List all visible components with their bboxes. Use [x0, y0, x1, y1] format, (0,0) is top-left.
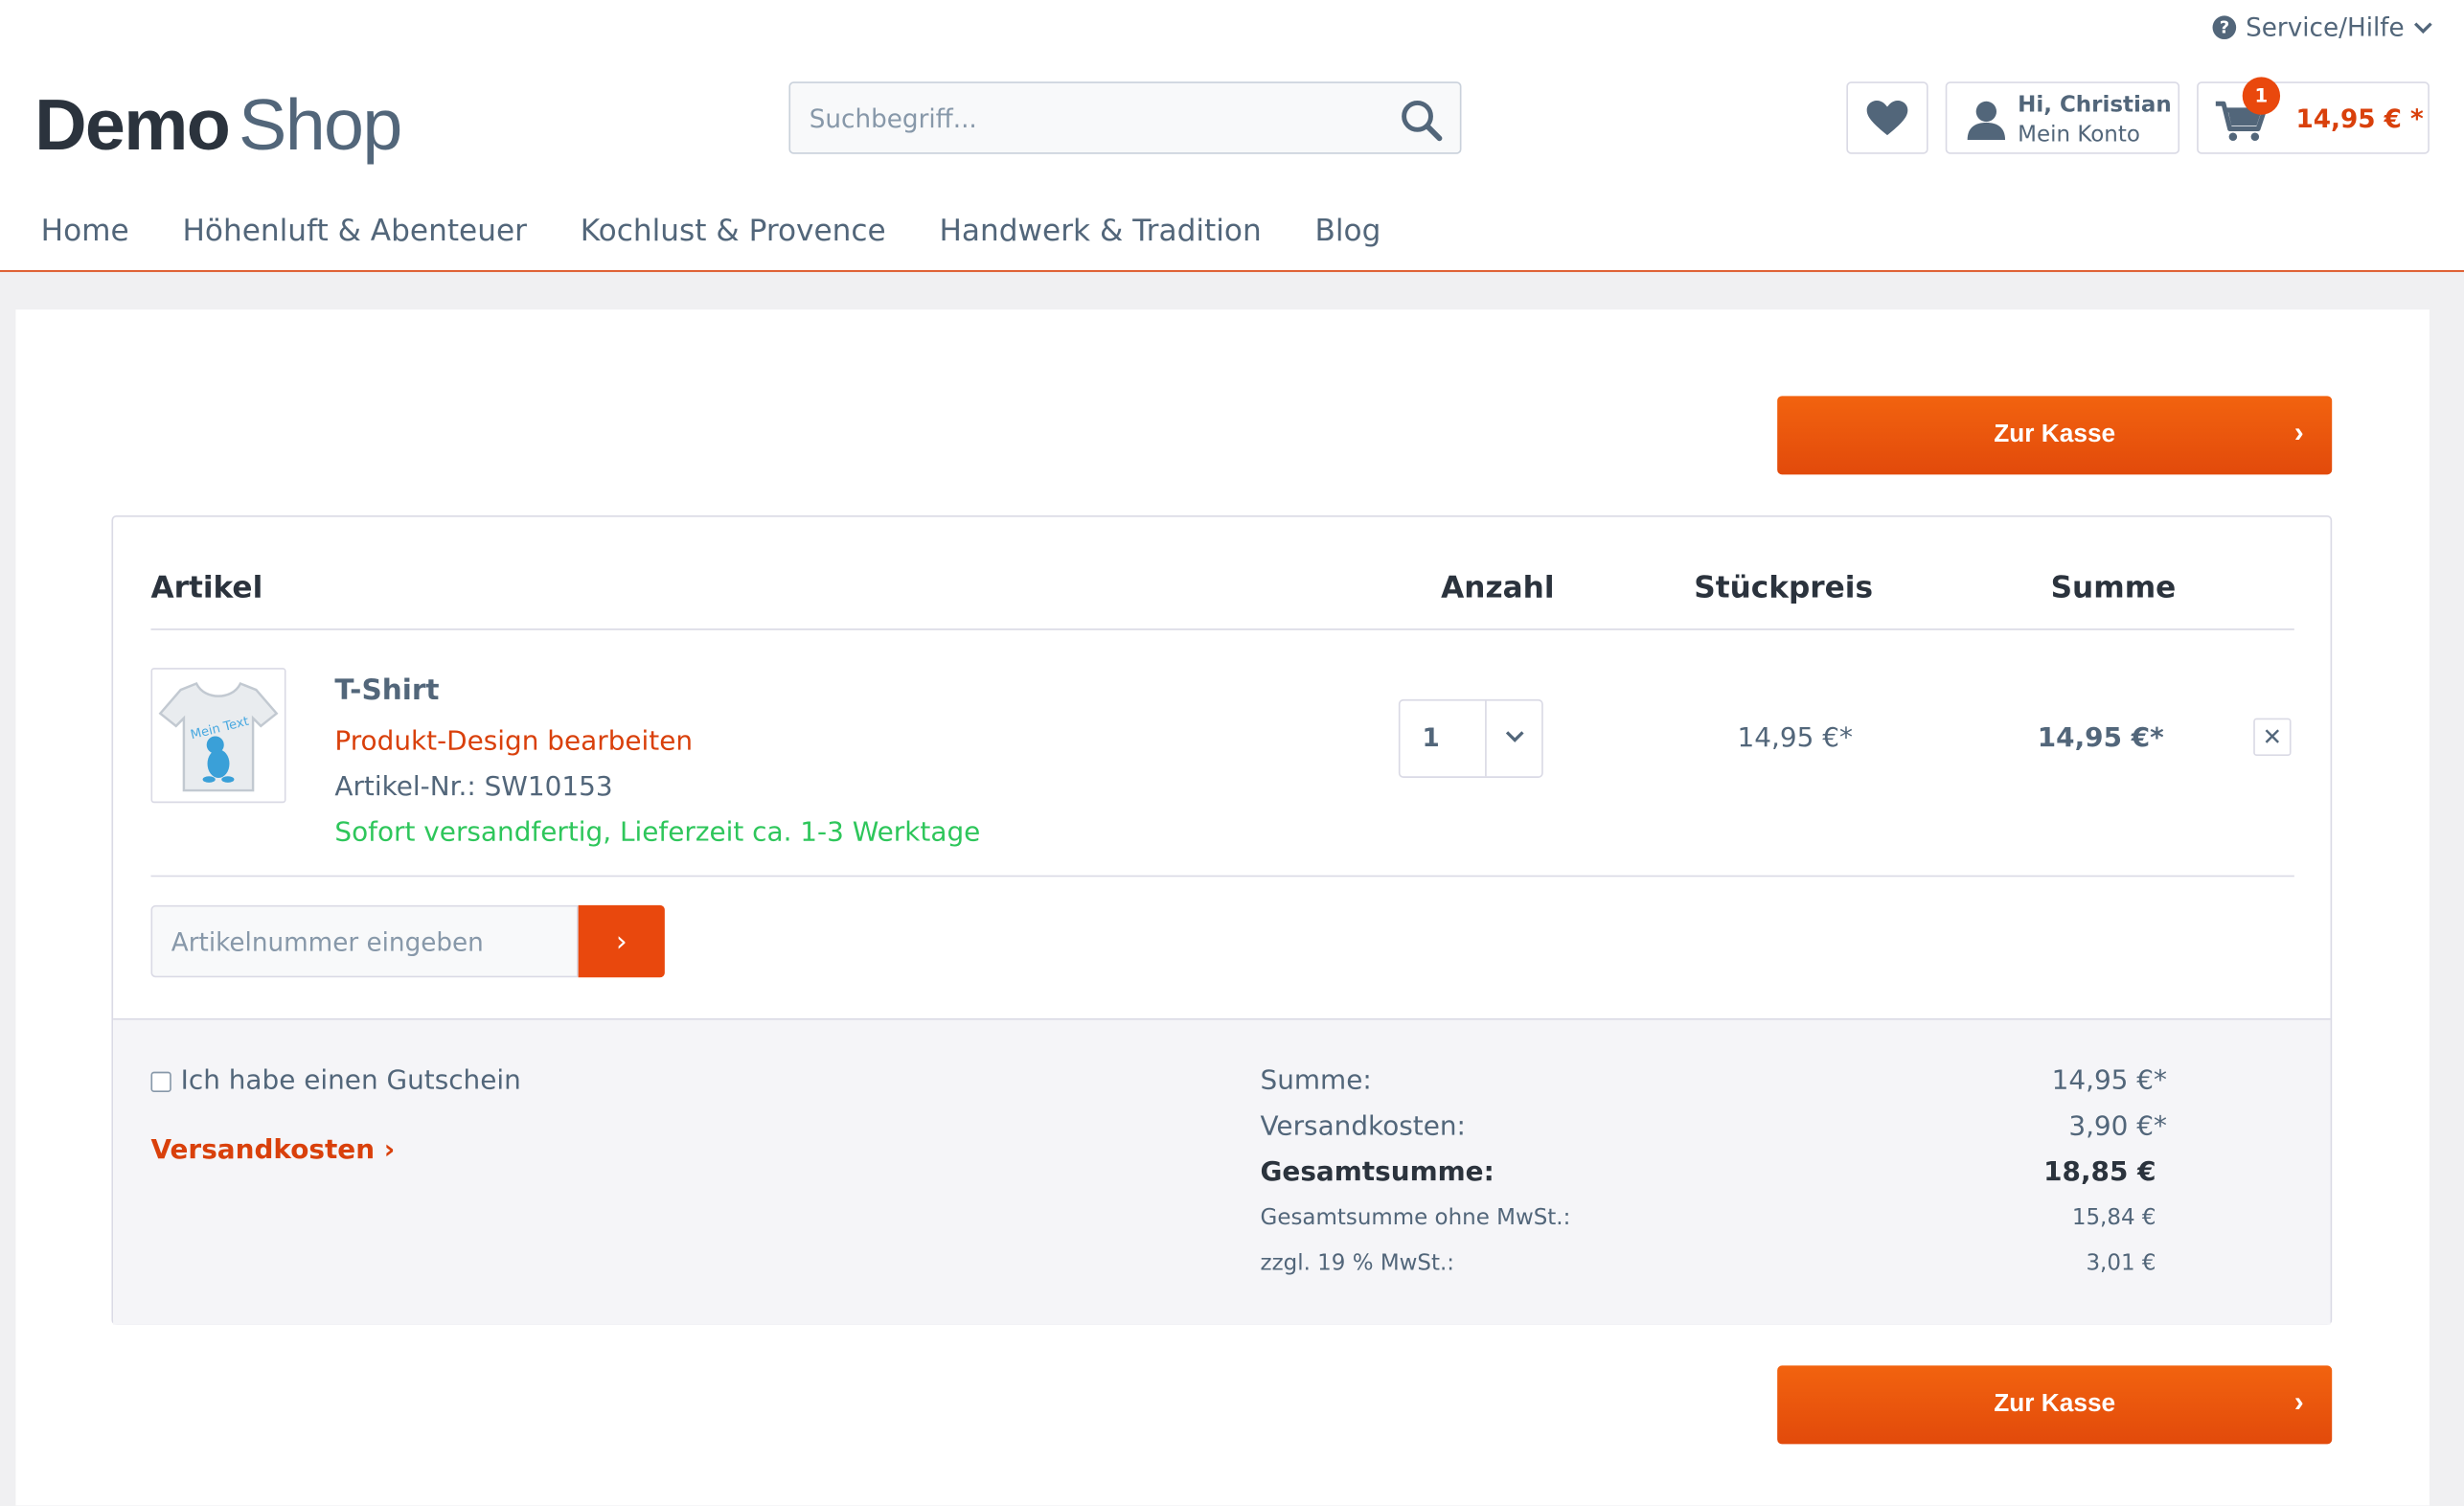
add-article-button[interactable]: ›: [578, 904, 665, 978]
chevron-down-icon: [1505, 731, 1524, 742]
edit-design-link[interactable]: Produkt-Design bearbeiten: [334, 726, 693, 758]
voucher-checkbox[interactable]: Ich habe einen Gutschein: [150, 1065, 521, 1097]
net-total-value: 15,84 €: [2071, 1205, 2156, 1231]
chevron-right-icon: ›: [383, 1134, 396, 1167]
nav-item-blog[interactable]: Blog: [1314, 214, 1380, 248]
account-button[interactable]: Hi, Christian Mein Konto: [1945, 81, 2180, 154]
logo-light: Shop: [239, 82, 402, 166]
checkbox-icon[interactable]: [150, 1070, 171, 1092]
service-help-menu[interactable]: ? Service/Hilfe: [2212, 12, 2433, 43]
article-number-box: [150, 904, 583, 978]
shipping-label: Versandkosten:: [1260, 1110, 1466, 1143]
product-thumbnail[interactable]: Mein Text: [150, 668, 286, 804]
cart-button[interactable]: 1 14,95 € *: [2197, 77, 2430, 154]
vat-label: zzgl. 19 % MwSt.:: [1260, 1250, 1455, 1276]
remove-item-button[interactable]: ✕: [2253, 718, 2292, 756]
sum-label: Summe:: [1260, 1065, 1372, 1097]
logo-bold: Demo: [34, 82, 231, 166]
quantity-divider: [1485, 700, 1487, 777]
header-divider: [150, 628, 2294, 630]
heart-icon: [1866, 100, 1908, 136]
voucher-label: Ich habe einen Gutschein: [180, 1065, 521, 1097]
cart-count-badge: 1: [2242, 77, 2281, 115]
search-icon[interactable]: [1401, 99, 1445, 143]
nav-item-kochlust[interactable]: Kochlust & Provence: [581, 214, 886, 248]
cart-table: Artikel Anzahl Stückpreis Summe Mein Tex…: [111, 515, 2333, 1325]
delivery-status: Sofort versandfertig, Lieferzeit ca. 1-3…: [334, 816, 981, 849]
tshirt-image: Mein Text: [158, 681, 279, 792]
column-header-total: Summe: [2050, 570, 2177, 605]
item-divider: [150, 875, 2294, 878]
product-name[interactable]: T-Shirt: [334, 674, 439, 707]
nav-item-handwerk[interactable]: Handwerk & Tradition: [939, 214, 1261, 248]
site-header: ? Service/Hilfe DemoShop Hi, Christian M…: [0, 0, 2464, 272]
cart-summary: Ich habe einen Gutschein Versandkosten ›…: [113, 1017, 2331, 1325]
service-help-label: Service/Hilfe: [2246, 12, 2405, 43]
chevron-right-icon: ›: [615, 924, 627, 958]
search-box: [788, 81, 1462, 154]
quantity-value: 1: [1422, 722, 1440, 753]
chevron-right-icon: ›: [2293, 1385, 2304, 1418]
sum-value: 14,95 €*: [2051, 1065, 2167, 1097]
close-icon: ✕: [2262, 722, 2283, 752]
grand-total-label: Gesamtsumme:: [1260, 1156, 1494, 1189]
nav-item-hoehenluft[interactable]: Höhenluft & Abenteuer: [182, 214, 527, 248]
checkout-label: Zur Kasse: [1994, 1390, 2116, 1418]
chevron-down-icon: [2413, 21, 2432, 34]
checkout-label: Zur Kasse: [1994, 421, 2116, 448]
net-total-label: Gesamtsumme ohne MwSt.:: [1260, 1205, 1571, 1231]
account-greeting: Hi, Christian: [2018, 92, 2172, 119]
column-header-quantity: Anzahl: [1441, 570, 1555, 605]
shipping-costs-label: Versandkosten: [150, 1134, 376, 1167]
search-input[interactable]: [790, 82, 1394, 153]
help-icon: ?: [2212, 15, 2237, 40]
cart-content: Zur Kasse › Artikel Anzahl Stückpreis Su…: [15, 309, 2430, 1506]
cart-total: 14,95 € *: [2295, 103, 2424, 134]
chevron-right-icon: ›: [2293, 416, 2304, 448]
grand-total-value: 18,85 €: [2043, 1156, 2156, 1189]
checkout-button-bottom[interactable]: Zur Kasse ›: [1777, 1365, 2333, 1445]
shipping-costs-link[interactable]: Versandkosten ›: [150, 1134, 395, 1166]
checkout-button-top[interactable]: Zur Kasse ›: [1777, 396, 2333, 475]
quantity-select[interactable]: 1: [1398, 698, 1543, 778]
article-number-input[interactable]: [152, 906, 583, 976]
shipping-value: 3,90 €*: [2068, 1110, 2167, 1143]
account-label: Mein Konto: [2018, 122, 2140, 148]
column-header-unit-price: Stückpreis: [1694, 570, 1874, 605]
article-number: Artikel-Nr.: SW10153: [334, 771, 613, 804]
shop-logo[interactable]: Demo Shop: [34, 81, 402, 167]
wishlist-button[interactable]: [1846, 81, 1928, 154]
main-navigation: Home Höhenluft & Abenteuer Kochlust & Pr…: [41, 214, 1381, 248]
vat-value: 3,01 €: [2086, 1250, 2156, 1276]
user-icon: [1967, 101, 2006, 140]
page: ? Service/Hilfe DemoShop Hi, Christian M…: [0, 0, 2464, 1506]
nav-item-home[interactable]: Home: [41, 214, 129, 248]
line-total: 14,95 €*: [2037, 722, 2164, 755]
unit-price: 14,95 €*: [1737, 722, 1853, 755]
column-header-article: Artikel: [150, 570, 263, 605]
